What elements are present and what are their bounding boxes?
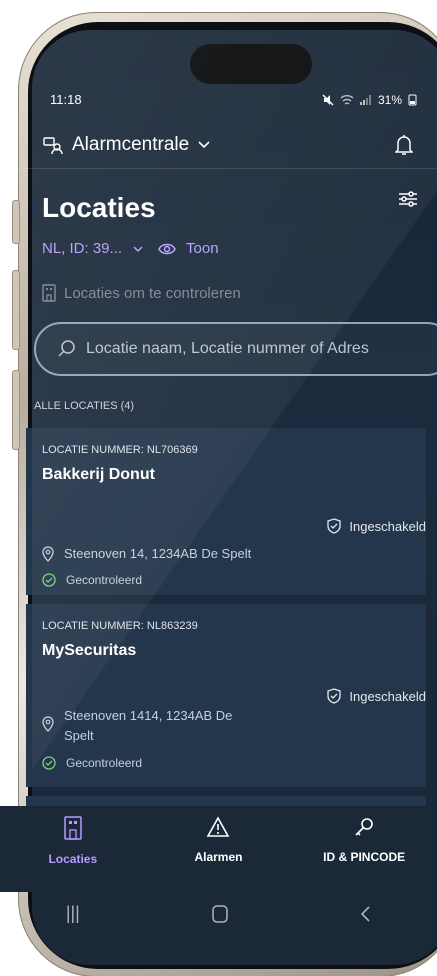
arm-state-label: Ingeschakeld [349, 688, 426, 704]
filter-icon[interactable] [395, 186, 421, 212]
location-card[interactable]: LOCATIE NUMMER: NL706369 Bakkerij Donut … [26, 428, 426, 595]
shield-check-icon [327, 518, 342, 534]
account-row: NL, ID: 39... Toon [42, 240, 219, 257]
account-selector[interactable]: NL, ID: 39... [42, 240, 122, 257]
dynamic-island [190, 44, 312, 84]
check-locations-label: Locaties om te controleren [64, 284, 241, 302]
volume-down-button [12, 370, 20, 450]
location-number: LOCATIE NUMMER: NL863239 [42, 620, 198, 632]
location-number: LOCATIE NUMMER: NL706369 [42, 444, 198, 456]
location-address: Steenoven 1414, 1234AB De Spelt [42, 706, 232, 746]
list-heading: ALLE LOCATIES (4) [34, 400, 135, 412]
location-name: Bakkerij Donut [42, 466, 155, 483]
arm-state: Ingeschakeld [327, 688, 426, 704]
tab-locaties[interactable]: Locaties [1, 806, 145, 892]
chevron-down-icon [133, 245, 143, 252]
header-divider [0, 168, 437, 169]
address-text: Steenoven 1414, 1234AB De Spelt [64, 706, 232, 746]
bell-icon[interactable] [395, 134, 413, 156]
arm-state-label: Ingeschakeld [349, 518, 426, 534]
status-icons: 31% [322, 92, 417, 107]
battery-icon [408, 94, 417, 105]
signal-icon [359, 94, 371, 105]
address-text: Steenoven 14, 1234AB De Spelt [64, 546, 252, 561]
show-toggle[interactable]: Toon [186, 240, 219, 257]
app-name: Alarmcentrale [72, 134, 190, 155]
wifi-icon [340, 94, 354, 105]
tab-label: Alarmen [194, 850, 243, 864]
building-icon [42, 284, 56, 302]
warning-icon [207, 816, 230, 837]
eye-icon [158, 243, 176, 254]
location-address: Steenoven 14, 1234AB De Spelt [42, 546, 251, 562]
status-time: 11:18 [50, 92, 82, 107]
tab-label: Locaties [48, 852, 98, 866]
location-card[interactable] [26, 796, 426, 806]
mute-icon [322, 94, 334, 105]
check-circle-icon [42, 756, 56, 770]
tab-label: ID & PINCODE [323, 850, 406, 864]
mute-switch [12, 200, 20, 244]
tab-alarmen[interactable]: Alarmen [146, 806, 290, 892]
chevron-down-icon [198, 141, 210, 149]
home-button[interactable] [211, 904, 228, 923]
address-line-2: Spelt [64, 728, 94, 743]
search-placeholder: Locatie naam, Locatie nummer of Adres [86, 340, 369, 357]
tab-bar: Locaties Alarmen ID & PINCODE [0, 806, 437, 892]
app-switcher[interactable]: Alarmcentrale [42, 134, 211, 156]
check-status: Gecontroleerd [42, 756, 142, 770]
page-title: Locaties [42, 192, 156, 223]
check-status-label: Gecontroleerd [66, 756, 143, 770]
location-pin-icon [42, 546, 54, 562]
location-pin-icon [42, 716, 54, 732]
key-icon [355, 818, 373, 836]
building-icon [64, 816, 82, 840]
users-icon [43, 137, 63, 155]
location-card[interactable]: LOCATIE NUMMER: NL863239 MySecuritas Ing… [26, 604, 426, 787]
battery-percent: 31% [377, 92, 402, 107]
system-nav-bar: ||| [0, 892, 437, 935]
locations-to-check-link[interactable]: Locaties om te controleren [42, 284, 241, 302]
search-input[interactable]: Locatie naam, Locatie nummer of Adres [34, 322, 437, 376]
app-header: Alarmcentrale [42, 128, 413, 162]
volume-up-button [12, 270, 20, 350]
back-button[interactable] [359, 905, 371, 923]
shield-check-icon [327, 688, 342, 704]
check-status-label: Gecontroleerd [66, 573, 143, 587]
tab-id-pincode[interactable]: ID & PINCODE [292, 806, 436, 892]
arm-state: Ingeschakeld [327, 518, 426, 534]
recent-apps-button[interactable]: ||| [66, 903, 80, 924]
check-status: Gecontroleerd [42, 573, 142, 587]
address-line-1: Steenoven 1414, 1234AB De [64, 708, 233, 723]
location-name: MySecuritas [42, 642, 137, 659]
check-circle-icon [42, 573, 56, 587]
status-bar: 11:18 31% [50, 92, 417, 107]
search-icon [58, 340, 75, 357]
